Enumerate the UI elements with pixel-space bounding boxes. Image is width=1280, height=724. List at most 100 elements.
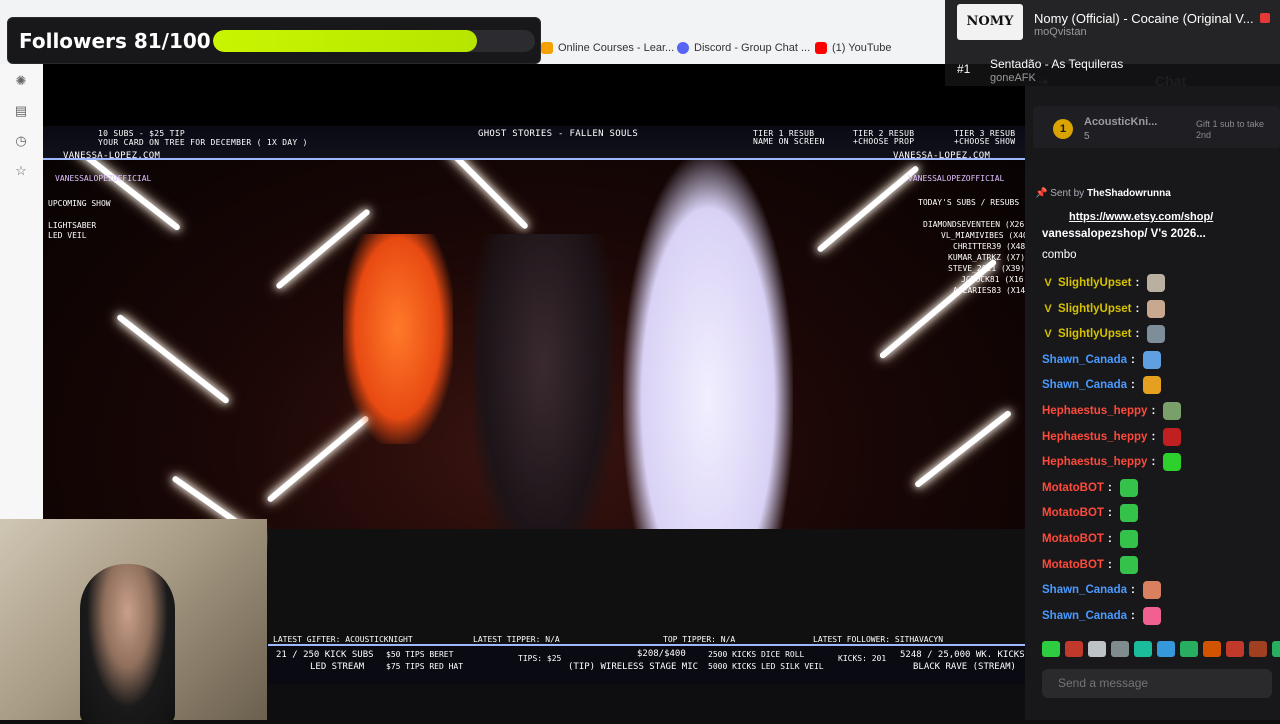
chat-username[interactable]: Shawn_Canada — [1042, 584, 1127, 596]
close-icon[interactable] — [1260, 13, 1270, 23]
overlay-sub-entry: KUMAR_ATRKZ (X7) — [948, 253, 1025, 262]
courses-icon — [541, 42, 553, 54]
emote-icon[interactable] — [1065, 641, 1083, 657]
overlay-upcoming-item: LIGHTSABER — [48, 221, 97, 230]
overlay-sub-entry: CHRITTER39 (X48) — [953, 242, 1025, 251]
chat-username[interactable]: SlightlyUpset — [1058, 328, 1131, 340]
emote-icon — [1142, 606, 1161, 625]
chat-username[interactable]: MotatoBOT — [1042, 533, 1104, 545]
subscriber-badge-icon: V — [1044, 277, 1052, 289]
chat-separator: : — [1151, 405, 1156, 417]
emote-icon[interactable] — [1134, 641, 1152, 657]
chat-username[interactable]: SlightlyUpset — [1058, 277, 1131, 289]
overlay-kicks-1: 2500 KICKS DICE ROLL — [708, 650, 805, 659]
emote-icon[interactable] — [1180, 641, 1198, 657]
pin-icon: 📌 — [1035, 188, 1048, 199]
pinned-message-header: 📌 Sent by TheShadowrunna — [1035, 188, 1171, 199]
emote-icon[interactable] — [1272, 641, 1280, 657]
chat-message: MotatoBOT: — [1042, 478, 1138, 498]
chat-message-text: combo — [1042, 249, 1077, 261]
emote-icon — [1119, 555, 1138, 574]
chat-username[interactable]: MotatoBOT — [1042, 559, 1104, 571]
chat-message: V SlightlyUpset: — [1042, 324, 1166, 344]
overlay-sub-entry: VL_MIAMIVIBES (X40) — [941, 231, 1025, 240]
chat-username[interactable]: SlightlyUpset — [1058, 303, 1131, 315]
emote-icon[interactable] — [1111, 641, 1129, 657]
overlay-site-right: VANESSA-LOPEZ.COM — [893, 151, 991, 161]
emote-icon — [1142, 581, 1161, 600]
chat-separator: : — [1107, 533, 1112, 545]
emote-icon — [1163, 453, 1182, 472]
chat-message: Shawn_Canada: — [1042, 375, 1161, 395]
overlay-sub-entry: STEVE_2021 (X39) — [948, 264, 1025, 273]
chat-username[interactable]: Shawn_Canada — [1042, 354, 1127, 366]
followers-progress-bar — [213, 30, 535, 52]
chat-message: MotatoBOT: — [1042, 503, 1138, 523]
streamer-figure — [473, 234, 613, 564]
discord-icon — [677, 42, 689, 54]
history-icon[interactable]: ◷ — [14, 134, 28, 148]
pinned-sender: TheShadowrunna — [1086, 188, 1171, 199]
pinned-message-text: vanessalopezshop/ V's 2026... — [1042, 228, 1206, 240]
chat-message: MotatoBOT: — [1042, 529, 1138, 549]
emote-icon — [1119, 530, 1138, 548]
followers-goal-label: Followers 81/100 — [19, 28, 211, 53]
bookmark-discord[interactable]: Discord - Group Chat ... — [677, 42, 810, 54]
overlay-weekly-kicks: 5248 / 25,000 WK. KICKS — [900, 650, 1025, 660]
chat-username[interactable]: MotatoBOT — [1042, 482, 1104, 494]
emote-icon[interactable] — [1203, 641, 1221, 657]
emote-icon — [1142, 350, 1161, 369]
christmas-tree — [623, 154, 793, 564]
reading-list-icon[interactable]: ▤ — [14, 104, 28, 118]
pinned-link[interactable]: https://www.etsy.com/shop/ — [1069, 211, 1213, 223]
overlay-upcoming-label: UPCOMING SHOW — [48, 199, 111, 208]
emote-icon[interactable] — [1088, 641, 1106, 657]
emote-icon[interactable] — [1249, 641, 1267, 657]
followers-goal-widget: Followers 81/100 — [7, 17, 541, 64]
overlay-tier2-sub: +CHOOSE PROP — [853, 137, 915, 146]
overlay-sub-entry: ACEARIES83 (X14) — [953, 286, 1025, 295]
now-playing-widget: NOMY Nomy (Official) - Cocaine (Original… — [945, 0, 1280, 86]
chat-username[interactable]: Hephaestus_heppy — [1042, 405, 1147, 417]
overlay-latest-follower: LATEST FOLLOWER: SITHAVACYN — [813, 635, 944, 644]
emote-icon[interactable] — [1157, 641, 1175, 657]
emote-icon[interactable] — [1042, 641, 1060, 657]
album-art: NOMY — [957, 4, 1023, 40]
chat-message: Shawn_Canada: — [1042, 606, 1161, 626]
chat-separator: : — [1107, 507, 1112, 520]
overlay-top-tipper: TOP TIPPER: N/A — [663, 635, 736, 644]
chat-username[interactable]: Shawn_Canada — [1042, 610, 1127, 622]
emote-icon — [1163, 402, 1182, 420]
chat-username[interactable]: Hephaestus_heppy — [1042, 456, 1147, 468]
chat-message: Shawn_Canada: — [1042, 350, 1161, 370]
chat-message: V SlightlyUpset: — [1042, 273, 1166, 293]
emote-icon — [1147, 325, 1166, 344]
chat-message-input[interactable] — [1042, 669, 1272, 698]
overlay-show-title: GHOST STORIES - FALLEN SOULS — [478, 129, 639, 139]
gift-sub-prompt[interactable]: Gift 1 sub to take 2nd — [1196, 119, 1278, 141]
bookmarks-star-icon[interactable]: ☆ — [14, 164, 28, 178]
overlay-tip-goal: $208/$400 — [637, 649, 686, 659]
overlay-site-left: VANESSA-LOPEZ.COM — [63, 151, 161, 161]
emote-icon[interactable] — [1226, 641, 1244, 657]
chat-separator: : — [1131, 584, 1135, 597]
subscriber-badge-icon: V — [1044, 302, 1052, 315]
chat-username[interactable]: Hephaestus_heppy — [1042, 431, 1147, 443]
emote-icon — [1119, 478, 1138, 497]
chat-separator: : — [1107, 558, 1112, 571]
overlay-tips-2: $75 TIPS RED HAT — [386, 662, 464, 671]
chat-separator: : — [1131, 609, 1135, 622]
chat-username[interactable]: Shawn_Canada — [1042, 379, 1127, 391]
bookmark-online-courses[interactable]: Online Courses - Lear... — [541, 42, 674, 54]
chat-separator: : — [1135, 302, 1140, 315]
overlay-black-rave: BLACK RAVE (STREAM) — [913, 662, 1016, 672]
leaderboard-user[interactable]: AcousticKni... — [1084, 116, 1157, 128]
bookmark-youtube[interactable]: (1) YouTube — [815, 42, 892, 54]
browser-side-rail: ✺ ▤ ◷ ☆ — [0, 64, 44, 520]
chat-username[interactable]: MotatoBOT — [1042, 507, 1104, 519]
overlay-tips-1: $50 TIPS BERET — [386, 650, 454, 659]
overlay-latest-tipper: LATEST TIPPER: N/A — [473, 635, 560, 644]
overlay-sub-entry: DIAMONDSEVENTEEN (X26) — [923, 220, 1025, 229]
ai-assistant-icon[interactable]: ✺ — [14, 74, 28, 88]
overlay-tier1-sub: NAME ON SCREEN — [753, 137, 825, 146]
